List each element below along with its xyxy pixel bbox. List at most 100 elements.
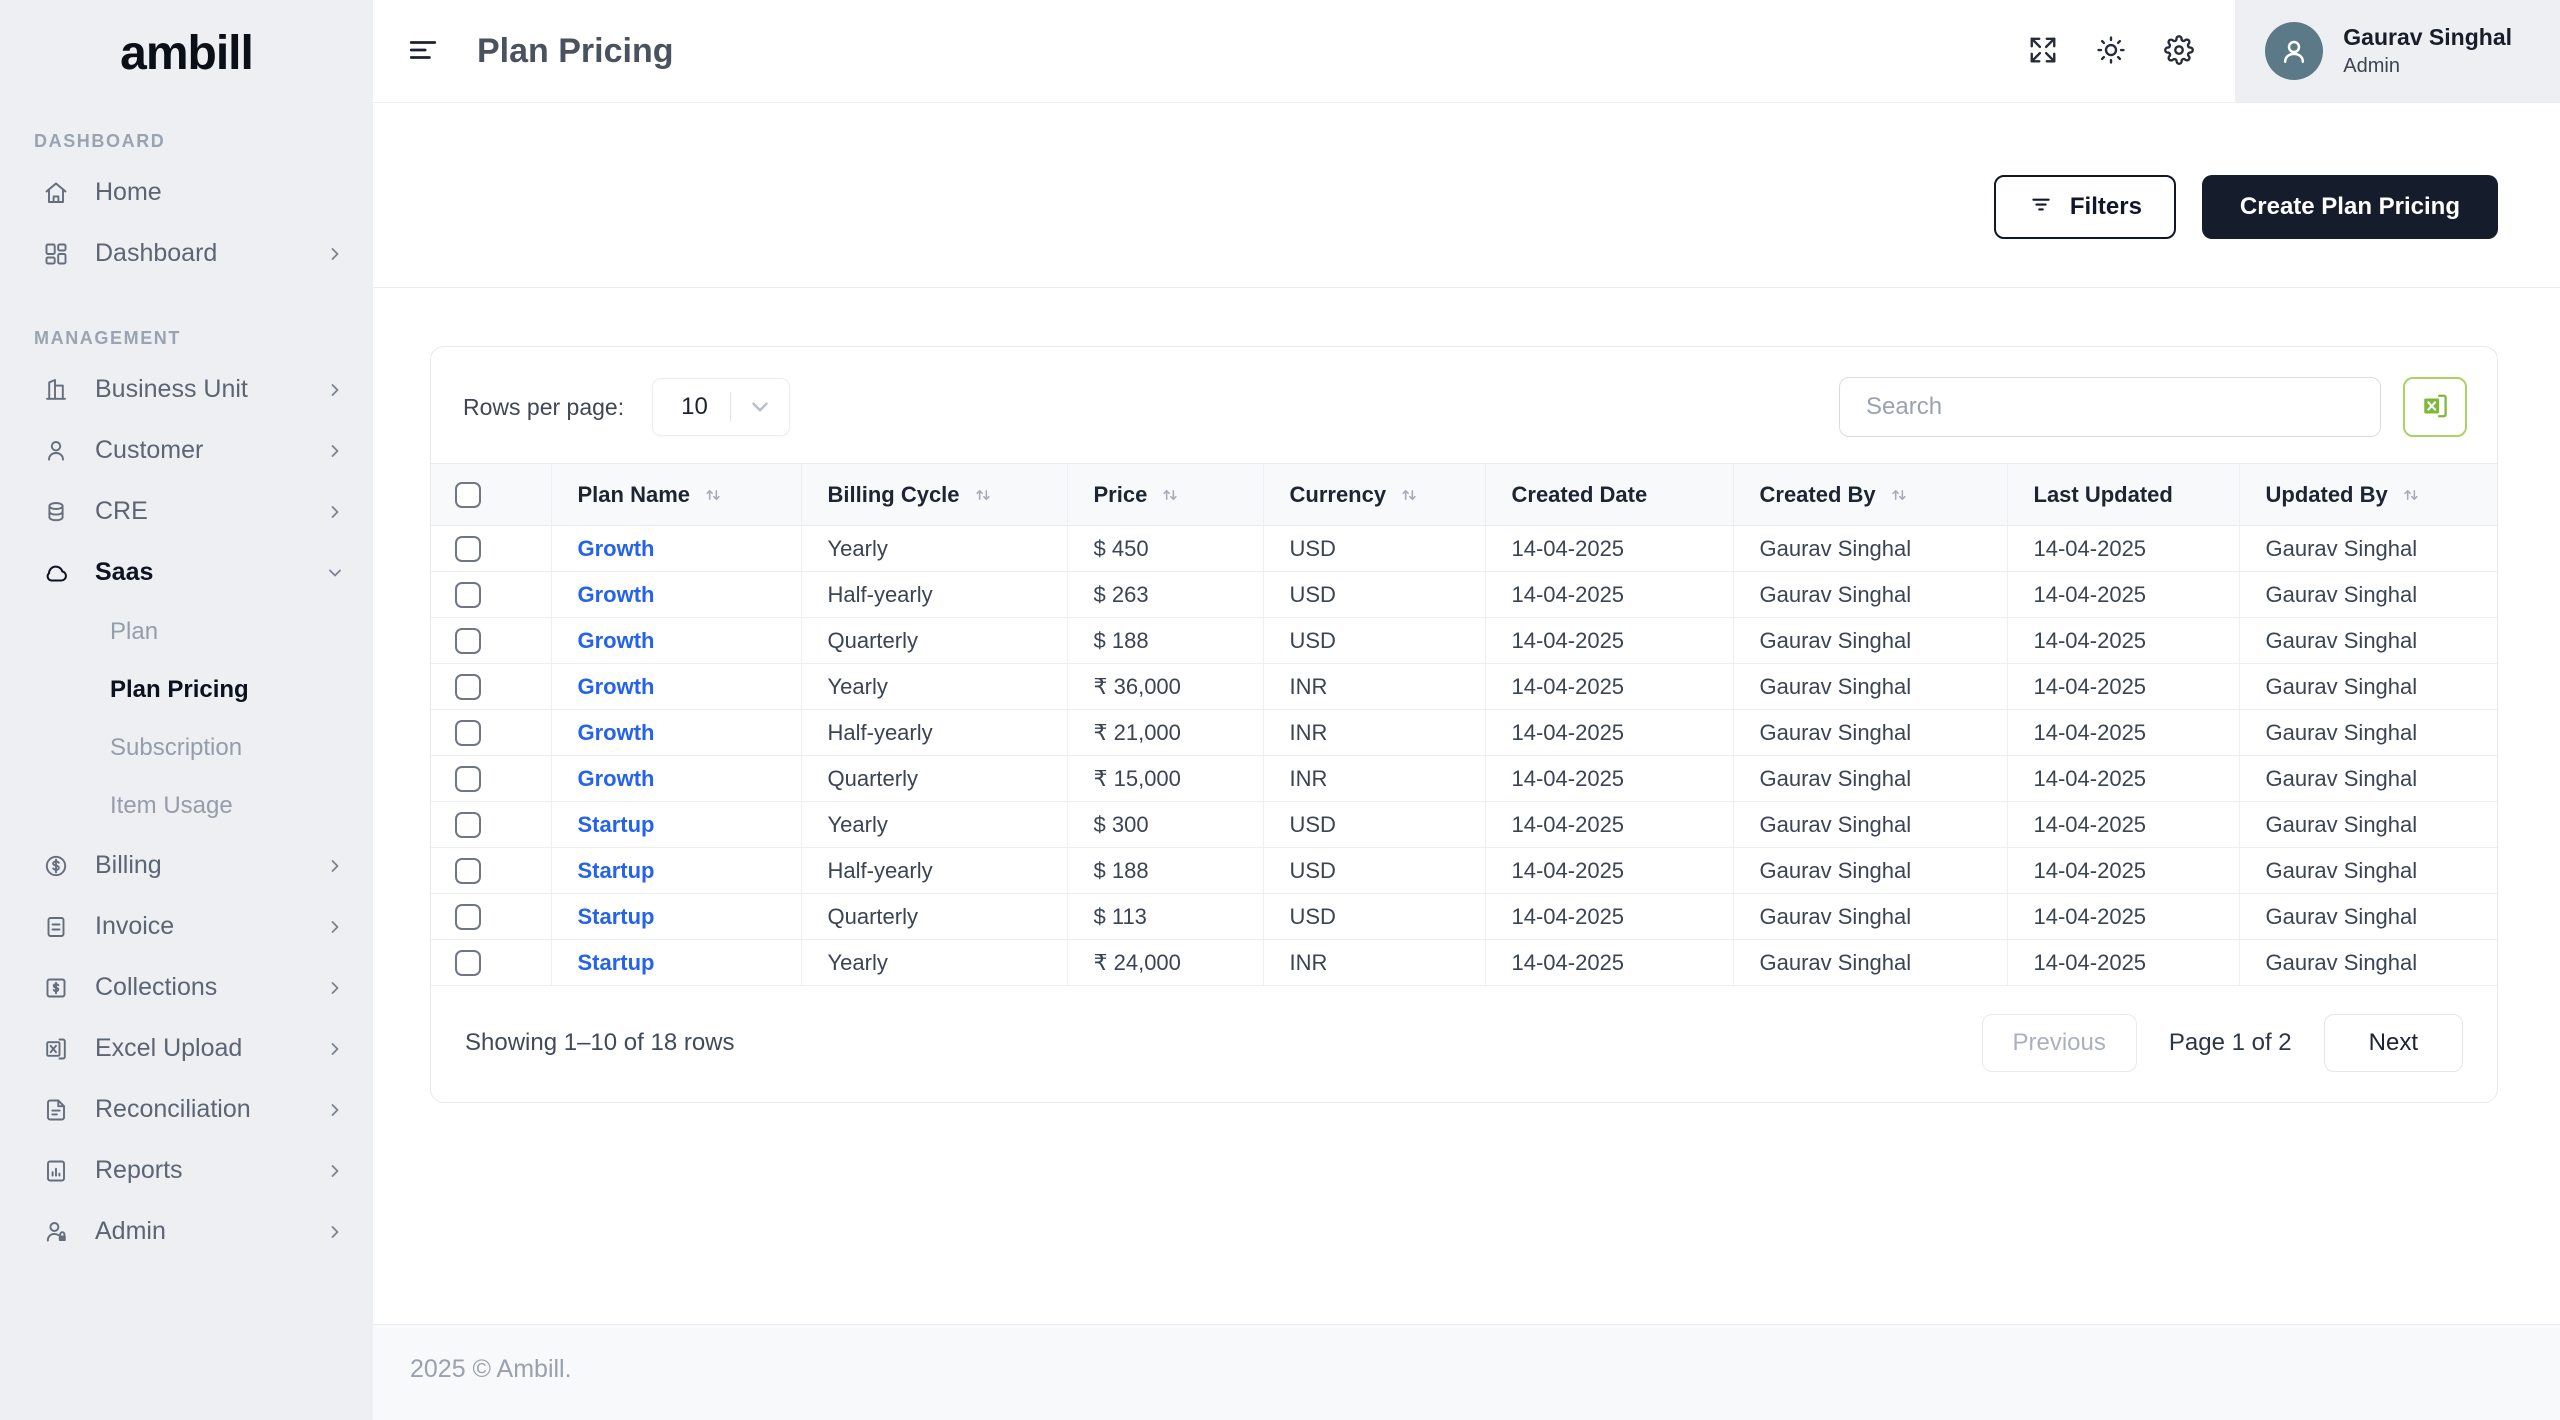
row-checkbox[interactable]	[455, 812, 481, 838]
sidebar-item-label: Billing	[95, 851, 162, 880]
created-date-cell: 14-04-2025	[1485, 756, 1733, 802]
sidebar-item-invoice[interactable]: Invoice	[0, 896, 373, 957]
created-date-cell: 14-04-2025	[1485, 664, 1733, 710]
last-updated-cell: 14-04-2025	[2007, 710, 2239, 756]
sidebar-subitem-item-usage[interactable]: Item Usage	[0, 777, 373, 835]
user-menu[interactable]: Gaurav Singhal Admin	[2235, 0, 2560, 102]
row-checkbox[interactable]	[455, 950, 481, 976]
sidebar-item-billing[interactable]: Billing	[0, 835, 373, 896]
column-header-created-by[interactable]: Created By	[1733, 464, 2007, 526]
sort-icon[interactable]	[2401, 485, 2421, 505]
column-header-updated-by[interactable]: Updated By	[2239, 464, 2498, 526]
sidebar-item-business-unit[interactable]: Business Unit	[0, 359, 373, 420]
sidebar-item-label: Excel Upload	[95, 1034, 242, 1063]
plan-name-cell: Startup	[551, 894, 801, 940]
theme-toggle-button[interactable]	[2077, 17, 2145, 85]
plan-name-link[interactable]: Growth	[578, 582, 655, 607]
page-indicator: Page 1 of 2	[2169, 1029, 2292, 1057]
plan-name-link[interactable]: Growth	[578, 766, 655, 791]
row-checkbox[interactable]	[455, 582, 481, 608]
sidebar-item-dashboard[interactable]: Dashboard	[0, 223, 373, 284]
plan-name-link[interactable]: Growth	[578, 674, 655, 699]
select-all-checkbox[interactable]	[455, 482, 481, 508]
created-by-cell: Gaurav Singhal	[1733, 940, 2007, 986]
sidebar-item-reports[interactable]: Reports	[0, 1140, 373, 1201]
currency-cell: USD	[1263, 572, 1485, 618]
row-checkbox[interactable]	[455, 628, 481, 654]
chevron-right-icon	[325, 856, 345, 876]
sidebar-item-customer[interactable]: Customer	[0, 420, 373, 481]
column-header-price[interactable]: Price	[1067, 464, 1263, 526]
topbar-actions: Gaurav Singhal Admin	[2009, 0, 2560, 102]
column-header-plan-name[interactable]: Plan Name	[551, 464, 801, 526]
actions-row: Filters Create Plan Pricing	[373, 103, 2560, 287]
billing-cycle-cell: Half-yearly	[801, 710, 1067, 756]
row-checkbox[interactable]	[455, 766, 481, 792]
updated-by-cell: Gaurav Singhal	[2239, 664, 2498, 710]
sort-icon[interactable]	[1399, 485, 1419, 505]
price-cell: ₹ 21,000	[1067, 710, 1263, 756]
sort-icon[interactable]	[973, 485, 993, 505]
sidebar-item-collections[interactable]: Collections	[0, 957, 373, 1018]
next-page-button[interactable]: Next	[2324, 1014, 2463, 1072]
currency-cell: USD	[1263, 848, 1485, 894]
sidebar: ambill DASHBOARD Home Dashboard MANAGEME…	[0, 0, 373, 1420]
last-updated-cell: 14-04-2025	[2007, 940, 2239, 986]
updated-by-cell: Gaurav Singhal	[2239, 894, 2498, 940]
rows-per-page-select[interactable]: 10	[652, 378, 790, 436]
plan-name-link[interactable]: Growth	[578, 628, 655, 653]
plan-name-link[interactable]: Startup	[578, 950, 655, 975]
brand-logo[interactable]: ambill	[0, 0, 373, 87]
billing-cycle-cell: Quarterly	[801, 618, 1067, 664]
plan-name-cell: Startup	[551, 940, 801, 986]
row-checkbox[interactable]	[455, 674, 481, 700]
billing-cycle-cell: Yearly	[801, 526, 1067, 572]
plan-name-link[interactable]: Startup	[578, 904, 655, 929]
sidebar-item-cre[interactable]: CRE	[0, 481, 373, 542]
plan-name-cell: Growth	[551, 572, 801, 618]
created-date-cell: 14-04-2025	[1485, 710, 1733, 756]
sidebar-subitem-subscription[interactable]: Subscription	[0, 719, 373, 777]
sidebar-item-saas[interactable]: Saas	[0, 542, 373, 603]
plan-name-link[interactable]: Growth	[578, 720, 655, 745]
previous-page-button[interactable]: Previous	[1982, 1014, 2137, 1072]
sidebar-item-reconciliation[interactable]: Reconciliation	[0, 1079, 373, 1140]
row-checkbox[interactable]	[455, 720, 481, 746]
plan-name-link[interactable]: Startup	[578, 858, 655, 883]
filters-button[interactable]: Filters	[1994, 175, 2176, 239]
menu-toggle-button[interactable]	[407, 34, 439, 69]
row-checkbox-cell	[431, 710, 551, 756]
sidebar-item-excel-upload[interactable]: Excel Upload	[0, 1018, 373, 1079]
currency-cell: USD	[1263, 802, 1485, 848]
fullscreen-button[interactable]	[2009, 17, 2077, 85]
sort-icon[interactable]	[703, 485, 723, 505]
price-cell: $ 300	[1067, 802, 1263, 848]
sort-icon[interactable]	[1160, 485, 1180, 505]
created-date-cell: 14-04-2025	[1485, 802, 1733, 848]
plan-name-link[interactable]: Startup	[578, 812, 655, 837]
sidebar-item-home[interactable]: Home	[0, 162, 373, 223]
sidebar-subitem-plan-pricing[interactable]: Plan Pricing	[0, 661, 373, 719]
plan-name-link[interactable]: Growth	[578, 536, 655, 561]
search-input[interactable]	[1839, 377, 2381, 437]
column-header-billing-cycle[interactable]: Billing Cycle	[801, 464, 1067, 526]
created-date-cell: 14-04-2025	[1485, 940, 1733, 986]
row-checkbox[interactable]	[455, 858, 481, 884]
row-checkbox[interactable]	[455, 536, 481, 562]
row-checkbox[interactable]	[455, 904, 481, 930]
column-header-currency[interactable]: Currency	[1263, 464, 1485, 526]
sidebar-subitem-plan[interactable]: Plan	[0, 603, 373, 661]
page-title: Plan Pricing	[477, 32, 674, 71]
copyright-text: 2025 © Ambill.	[410, 1355, 572, 1383]
chevron-right-icon	[325, 244, 345, 264]
table-row: GrowthQuarterly₹ 15,000INR14-04-2025Gaur…	[431, 756, 2498, 802]
sidebar-item-admin[interactable]: Admin	[0, 1201, 373, 1262]
currency-cell: INR	[1263, 710, 1485, 756]
export-excel-button[interactable]	[2403, 377, 2467, 437]
dashboard-icon	[42, 240, 70, 268]
chevron-right-icon	[325, 978, 345, 998]
sort-icon[interactable]	[1889, 485, 1909, 505]
settings-button[interactable]	[2145, 17, 2213, 85]
create-plan-pricing-button[interactable]: Create Plan Pricing	[2202, 175, 2498, 239]
row-checkbox-cell	[431, 940, 551, 986]
